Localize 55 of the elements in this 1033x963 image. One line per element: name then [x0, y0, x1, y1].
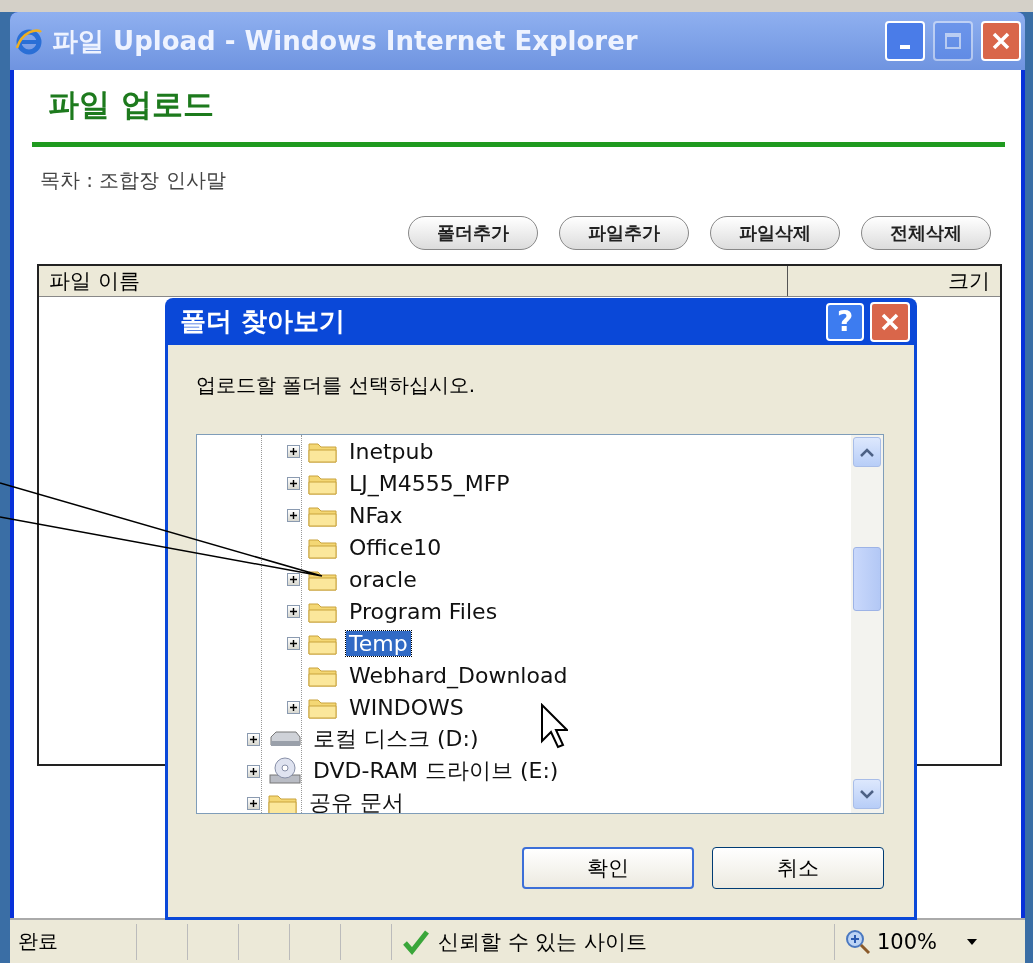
mouse-cursor-icon: [540, 703, 568, 749]
tree-item[interactable]: 로컬 디스크 (D:): [310, 724, 482, 754]
action-button[interactable]: 파일삭제: [710, 216, 840, 250]
zoom-icon[interactable]: [845, 928, 871, 955]
scroll-thumb[interactable]: [853, 547, 881, 611]
browser-logo-icon: [14, 26, 44, 56]
close-icon: [990, 30, 1012, 52]
column-header: 파일 이름: [48, 268, 141, 295]
expand-icon[interactable]: [288, 573, 299, 585]
expand-icon[interactable]: [288, 701, 299, 713]
dialog-button[interactable]: 확인: [522, 847, 694, 889]
subtitle: 목차 : 조합장 인사말: [40, 167, 227, 194]
tree-item[interactable]: Temp: [346, 630, 411, 656]
maximize-icon: [944, 32, 962, 50]
tree-item[interactable]: NFax: [346, 502, 406, 528]
window-title: 파일 Upload - Windows Internet Explorer: [52, 24, 639, 58]
expand-icon[interactable]: [288, 605, 299, 617]
expand-icon[interactable]: [288, 445, 299, 457]
caret-icon[interactable]: [967, 938, 978, 945]
close-button[interactable]: [981, 21, 1021, 61]
tree-item[interactable]: oracle: [346, 566, 420, 592]
close-button[interactable]: [870, 301, 910, 342]
action-button[interactable]: 폴더추가: [408, 216, 538, 250]
dialog-prompt: 업로드할 폴더를 선택하십시오.: [196, 372, 477, 399]
expand-icon[interactable]: [288, 509, 299, 521]
scroll-up-icon[interactable]: [860, 447, 874, 457]
help-button[interactable]: ?: [826, 302, 864, 341]
action-button[interactable]: 전체삭제: [861, 216, 991, 250]
action-button[interactable]: 파일추가: [559, 216, 689, 250]
expand-icon[interactable]: [248, 733, 259, 745]
tree-item[interactable]: Office10: [346, 534, 445, 560]
expand-icon[interactable]: [288, 637, 299, 649]
tree-item[interactable]: Inetpub: [346, 438, 437, 464]
dialog-title: 폴더 찾아보기: [180, 305, 347, 338]
tree-item[interactable]: DVD-RAM 드라이브 (E:): [310, 756, 562, 786]
drive-icon: [268, 729, 302, 749]
scrollbar[interactable]: [851, 435, 883, 813]
tree-item[interactable]: Webhard_Download: [346, 662, 571, 688]
zoom-level[interactable]: 100%: [877, 929, 938, 954]
disc-drive-icon: [268, 757, 302, 785]
expand-icon[interactable]: [288, 477, 299, 489]
minimize-button[interactable]: [885, 21, 925, 61]
tree-item[interactable]: Program Files: [346, 598, 501, 624]
dialog-button[interactable]: 취소: [712, 847, 884, 889]
expand-icon[interactable]: [248, 765, 259, 777]
page-heading: 파일 업로드: [48, 85, 215, 124]
tree-item[interactable]: WINDOWS: [346, 694, 467, 720]
column-header: 크기: [787, 266, 1000, 296]
security-zone-text: 신뢰할 수 있는 사이트: [438, 928, 648, 956]
minimize-icon: [900, 45, 910, 49]
tree-item[interactable]: LJ_M4555_MFP: [346, 470, 513, 496]
status-text: 완료: [17, 928, 59, 955]
tree-item[interactable]: 공유 문서: [306, 788, 407, 813]
expand-icon[interactable]: [248, 797, 259, 809]
scroll-down-icon[interactable]: [860, 789, 874, 799]
